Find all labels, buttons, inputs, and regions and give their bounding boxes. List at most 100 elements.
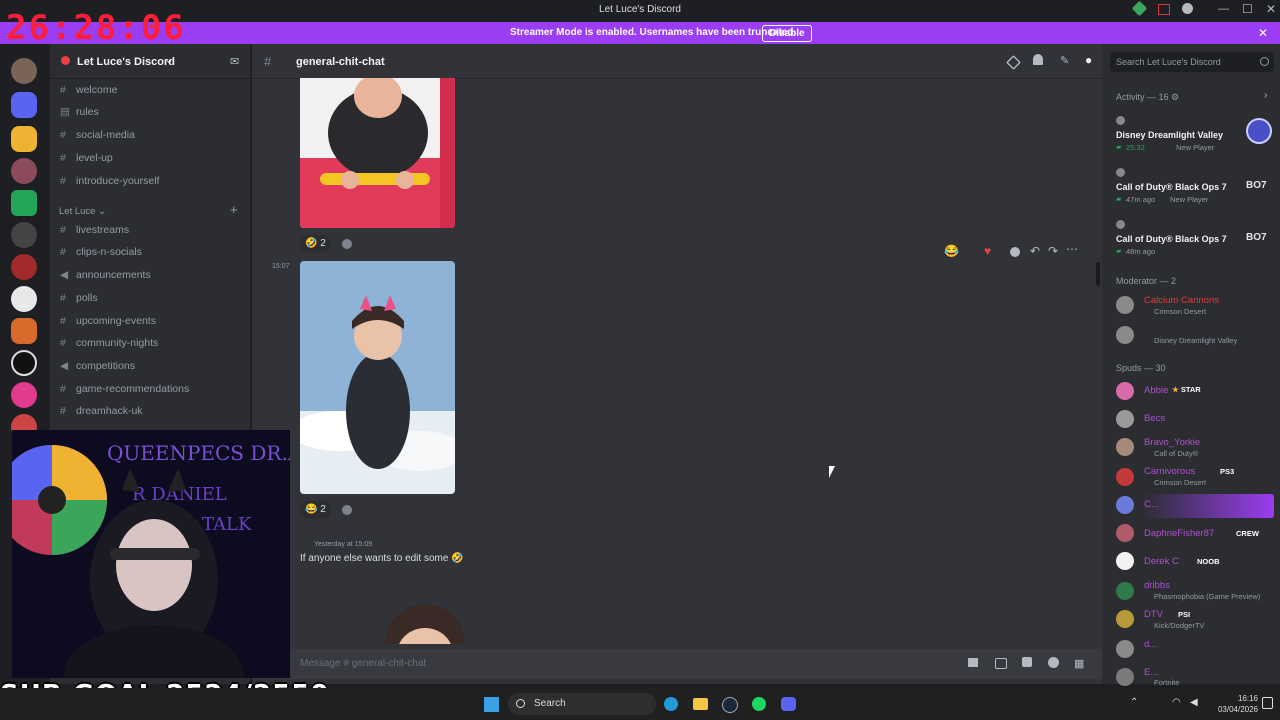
inbox-icon[interactable]: [1158, 4, 1170, 15]
channel-item[interactable]: ◀ announcements: [60, 269, 151, 281]
laugh-reaction-icon[interactable]: 😂: [944, 244, 959, 258]
avatar[interactable]: [1116, 668, 1134, 686]
clock-time[interactable]: 16:16: [1218, 694, 1258, 703]
disable-streamer-mode-button[interactable]: Disable: [762, 25, 812, 42]
avatar[interactable]: [1116, 496, 1134, 514]
server-icon[interactable]: [11, 158, 37, 184]
activity-item[interactable]: Call of Duty® Black Ops 7 ▰ 48m ago BO7: [1110, 218, 1274, 258]
channel-item[interactable]: # dreamhack-uk: [60, 405, 143, 417]
channel-item[interactable]: ▤ rules: [60, 106, 99, 118]
gif-icon[interactable]: [995, 658, 1007, 669]
spotify-icon[interactable]: [752, 697, 766, 711]
server-name[interactable]: Let Luce's Discord: [77, 56, 175, 68]
tray-chevron-icon[interactable]: ⌃: [1130, 697, 1138, 708]
avatar[interactable]: [1116, 410, 1134, 428]
channel-item[interactable]: # game-recommendations: [60, 383, 189, 395]
channel-item[interactable]: # level-up: [60, 152, 113, 164]
member-name[interactable]: DTV: [1144, 609, 1163, 620]
channel-item[interactable]: # social-media: [60, 129, 135, 141]
message-composer[interactable]: Message # general-chit-chat ▦: [252, 649, 1102, 679]
edge-icon[interactable]: [664, 697, 678, 711]
windows-start-icon[interactable]: [484, 697, 499, 712]
server-header[interactable]: Let Luce's Discord ⌄ ✉: [50, 44, 250, 79]
avatar[interactable]: [1116, 296, 1134, 314]
channel-item[interactable]: # community-nights: [60, 337, 158, 349]
server-icon[interactable]: [11, 126, 37, 152]
member-name[interactable]: C...: [1144, 499, 1159, 510]
server-icon[interactable]: [11, 92, 37, 118]
heart-reaction-icon[interactable]: ♥: [984, 244, 991, 258]
file-explorer-icon[interactable]: [693, 698, 708, 710]
image-attachment-partial[interactable]: [380, 604, 470, 644]
pin-icon[interactable]: ✎: [1060, 54, 1069, 67]
taskbar-search[interactable]: Search: [508, 693, 656, 715]
minimize-icon[interactable]: —: [1218, 3, 1229, 15]
wifi-icon[interactable]: ◠: [1172, 697, 1181, 708]
message-input[interactable]: Message # general-chit-chat: [300, 658, 426, 669]
reaction-pill[interactable]: 😂 2: [300, 501, 331, 519]
activity-item[interactable]: Disney Dreamlight Valley ▰ 25:32 New Pla…: [1110, 114, 1274, 154]
clock-date[interactable]: 03/04/2026: [1206, 705, 1258, 714]
avatar[interactable]: [1116, 640, 1134, 658]
member-name[interactable]: dribbs: [1144, 580, 1170, 591]
member-row-highlight[interactable]: [1142, 494, 1274, 518]
volume-icon[interactable]: ◀: [1190, 697, 1198, 708]
reaction-pill[interactable]: 🤣 2: [300, 235, 331, 253]
channel-item[interactable]: # clips-n-socials: [60, 246, 142, 258]
sticker-icon[interactable]: [1022, 657, 1032, 667]
server-icon[interactable]: [11, 222, 37, 248]
activity-item[interactable]: Call of Duty® Black Ops 7 ▰ 47m ago New …: [1110, 166, 1274, 206]
server-icon[interactable]: [11, 254, 37, 280]
channel-item[interactable]: # upcoming-events: [60, 315, 156, 327]
forward-icon[interactable]: ↷: [1048, 244, 1058, 258]
notification-icon[interactable]: [1262, 697, 1273, 709]
member-name[interactable]: DaphneFisher87: [1144, 528, 1214, 539]
avatar[interactable]: [1116, 468, 1134, 486]
threads-icon[interactable]: [1006, 55, 1021, 70]
help-icon[interactable]: [1182, 3, 1193, 14]
channel-item[interactable]: # introduce-yourself: [60, 175, 159, 187]
avatar[interactable]: [1116, 382, 1134, 400]
member-name[interactable]: Abbie: [1144, 385, 1168, 396]
channel-item[interactable]: # welcome: [60, 84, 117, 96]
chevron-right-icon[interactable]: ›: [1264, 90, 1267, 101]
server-icon[interactable]: [11, 382, 37, 408]
server-icon[interactable]: [11, 286, 37, 312]
add-reaction-icon[interactable]: [342, 239, 352, 249]
more-options-icon[interactable]: ⋯: [1066, 242, 1078, 256]
avatar[interactable]: [1116, 552, 1134, 570]
image-attachment[interactable]: [300, 261, 455, 494]
steam-icon[interactable]: [722, 697, 738, 713]
server-icon[interactable]: [11, 318, 37, 344]
category-header[interactable]: Let Luce ⌄: [59, 206, 106, 217]
server-icon[interactable]: [11, 190, 37, 216]
bell-icon[interactable]: [1033, 54, 1043, 65]
server-icon[interactable]: [11, 350, 37, 376]
member-name[interactable]: Carnivorous: [1144, 466, 1195, 477]
reply-icon[interactable]: ↶: [1030, 244, 1040, 258]
server-icon[interactable]: [11, 58, 37, 84]
member-name[interactable]: Calcium Cannons: [1144, 295, 1219, 306]
channel-item[interactable]: # polls: [60, 292, 98, 304]
maximize-icon[interactable]: ☐: [1242, 2, 1253, 16]
avatar[interactable]: [1116, 582, 1134, 600]
channel-item[interactable]: # livestreams: [60, 224, 129, 236]
avatar[interactable]: [1116, 326, 1134, 344]
add-reaction-icon[interactable]: [1010, 247, 1020, 257]
channel-item[interactable]: ◀ competitions: [60, 360, 135, 372]
scrollbar[interactable]: [1096, 262, 1100, 286]
member-name[interactable]: Derek C: [1144, 556, 1179, 567]
member-name[interactable]: Bravo_Yorkie: [1144, 437, 1200, 448]
activity-header[interactable]: Activity — 16 ⚙: [1116, 92, 1179, 103]
avatar[interactable]: [1116, 438, 1134, 456]
discord-icon[interactable]: [781, 697, 796, 711]
add-reaction-icon[interactable]: [342, 505, 352, 515]
search-input[interactable]: Search Let Luce's Discord: [1110, 52, 1274, 72]
add-channel-icon[interactable]: +: [230, 202, 238, 217]
avatar[interactable]: [1116, 610, 1134, 628]
add-member-icon[interactable]: ✉: [230, 55, 239, 68]
close-window-icon[interactable]: ✕: [1266, 2, 1276, 16]
member-list-icon[interactable]: ●: [1085, 53, 1092, 67]
avatar[interactable]: [1116, 524, 1134, 542]
gift-icon[interactable]: [968, 658, 978, 667]
